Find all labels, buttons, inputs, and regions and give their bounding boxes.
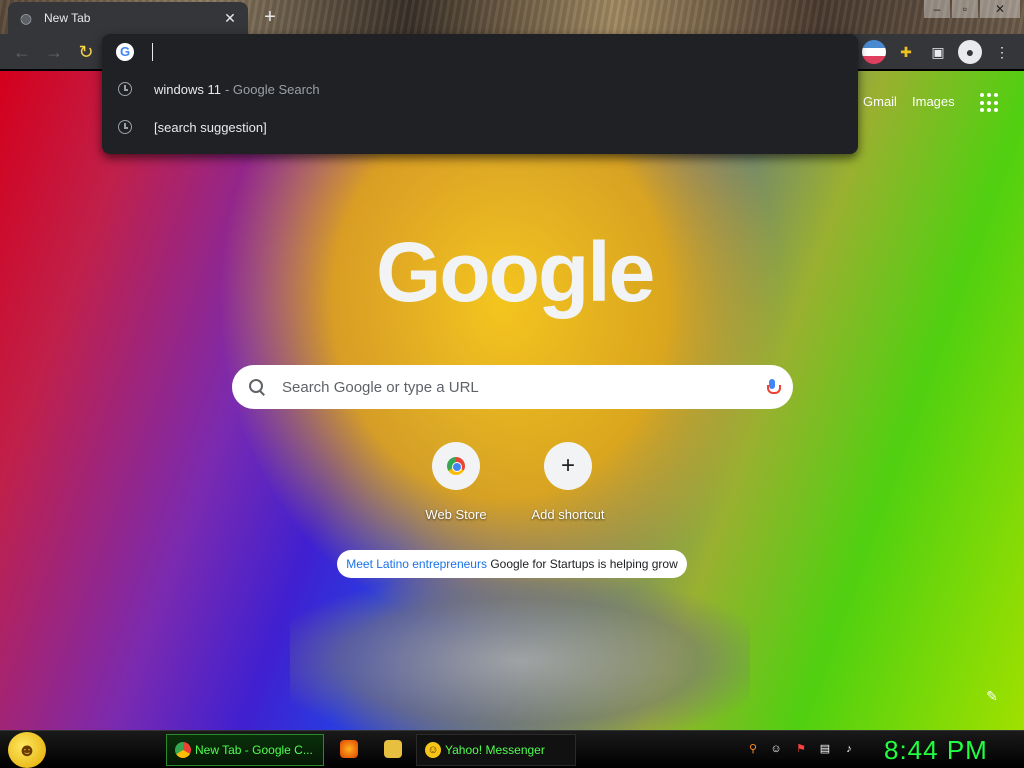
taskbar-clock[interactable]: 8:44 PM: [884, 735, 988, 766]
taskbar-item-chrome[interactable]: New Tab - Google C...: [166, 734, 324, 766]
maximize-button[interactable]: ▫: [952, 0, 978, 18]
yahoo-messenger-icon: ☺: [425, 742, 441, 758]
start-button-smiley-icon[interactable]: ☻: [8, 732, 46, 768]
shortcut-label: Add shortcut: [531, 507, 605, 522]
omnibox-suggestion[interactable]: [search suggestion]: [102, 108, 858, 146]
globe-icon: ◍: [19, 10, 33, 26]
task-label: New Tab - Google C...: [195, 743, 313, 757]
forward-button[interactable]: →: [42, 40, 66, 64]
text-caret: [152, 43, 153, 61]
volume-icon[interactable]: ♪: [842, 742, 856, 756]
search-icon: [248, 378, 266, 396]
google-logo: Google: [376, 225, 655, 319]
minimize-button[interactable]: –: [924, 0, 950, 18]
back-button[interactable]: ←: [10, 40, 34, 64]
new-tab-button[interactable]: +: [258, 6, 282, 30]
suggestion-text: [search suggestion]: [154, 119, 267, 135]
tab-title: New Tab: [44, 11, 91, 25]
puzzle-extensions-icon[interactable]: ✚: [894, 40, 918, 64]
task-label: Yahoo! Messenger: [445, 743, 545, 757]
messenger-tray-icon[interactable]: ☺: [769, 742, 783, 756]
close-window-button[interactable]: ✕: [980, 0, 1020, 18]
google-g-icon: G: [116, 43, 134, 61]
search-input[interactable]: [282, 378, 757, 396]
google-apps-grid-icon[interactable]: [980, 93, 1000, 113]
gmail-link[interactable]: Gmail: [863, 94, 897, 109]
web-store-icon: [447, 457, 465, 475]
extension-flag-icon[interactable]: [862, 40, 886, 64]
search-icon[interactable]: ⚲: [746, 742, 760, 756]
address-bar[interactable]: G: [102, 34, 858, 70]
suggestion-text: windows 11: [154, 81, 221, 97]
tab-new-tab[interactable]: ◍ New Tab ✕: [8, 2, 248, 34]
taskbar: ☻ New Tab - Google C... ☺ Yahoo! Messeng…: [0, 730, 1024, 768]
profile-avatar-icon[interactable]: ●: [958, 40, 982, 64]
chrome-icon: [175, 742, 191, 758]
shortcut-add[interactable]: + Add shortcut: [512, 442, 624, 522]
reload-button[interactable]: ↻: [74, 40, 98, 64]
ntp-search-box[interactable]: [232, 365, 793, 409]
omnibox-dropdown: G windows 11 - Google Search [search sug…: [102, 34, 858, 154]
side-panel-icon[interactable]: ▣: [926, 40, 950, 64]
shortcut-web-store[interactable]: Web Store: [400, 442, 512, 522]
folder-icon[interactable]: [384, 740, 402, 758]
taskbar-item-yahoo-messenger[interactable]: ☺ Yahoo! Messenger: [416, 734, 576, 766]
suggestion-suffix: - Google Search: [224, 81, 320, 97]
close-icon[interactable]: ✕: [222, 10, 238, 26]
images-link[interactable]: Images: [912, 94, 955, 109]
menu-kebab-icon[interactable]: ⋮: [990, 40, 1014, 64]
microphone-icon[interactable]: [767, 379, 781, 395]
firefox-icon[interactable]: [340, 740, 358, 758]
ntp-promo[interactable]: Meet Latino entrepreneurs Google for Sta…: [337, 550, 687, 578]
customize-pencil-icon[interactable]: ✎: [984, 688, 1000, 704]
omnibox-suggestion[interactable]: windows 11 - Google Search: [102, 70, 858, 108]
shortcut-label: Web Store: [425, 507, 487, 522]
plus-icon: +: [544, 442, 592, 490]
promo-text: Google for Startups is helping grow: [490, 557, 678, 571]
history-clock-icon: [118, 82, 132, 96]
network-icon[interactable]: ▤: [818, 742, 832, 756]
history-clock-icon: [118, 120, 132, 134]
promo-link[interactable]: Meet Latino entrepreneurs: [346, 557, 487, 571]
action-center-flag-icon[interactable]: ⚑: [794, 742, 808, 756]
